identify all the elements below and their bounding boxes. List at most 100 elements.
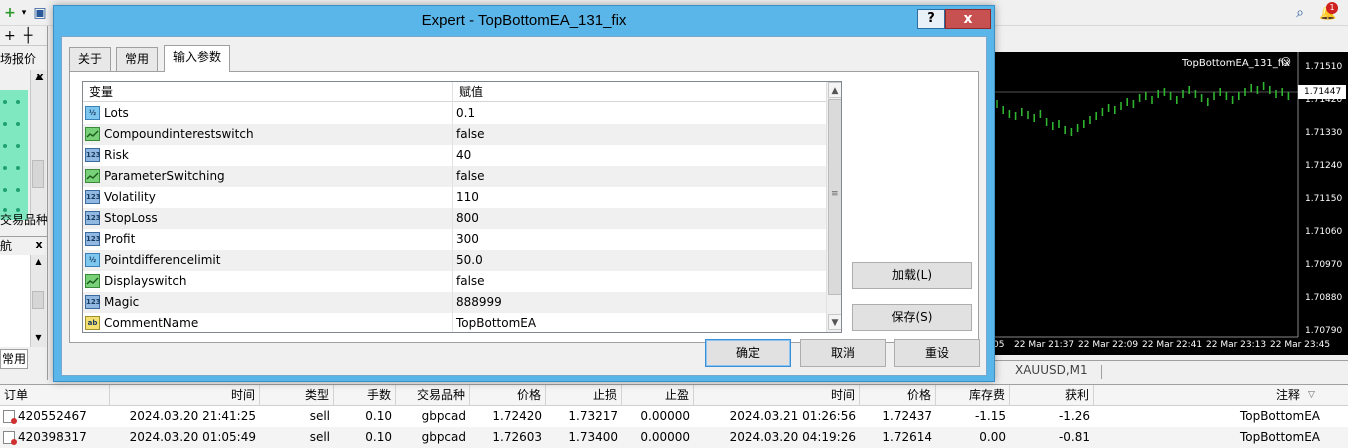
- parameter-row[interactable]: ½ Lots 0.1: [83, 103, 826, 124]
- col-variable[interactable]: 变量: [83, 82, 453, 102]
- time-tick-label: 22 Mar 22:41: [1142, 340, 1203, 350]
- price-tick-label: 1.71060: [1305, 227, 1343, 237]
- parameter-value[interactable]: 800: [456, 208, 479, 229]
- int-value-icon: 123: [85, 148, 101, 162]
- grid-header: 变量 赋值: [83, 82, 826, 102]
- symbol: gbpcad: [421, 409, 466, 423]
- price: 1.72603: [492, 430, 542, 444]
- time-tick-label: 22 Mar 23:13: [1206, 340, 1267, 350]
- parameter-value[interactable]: 300: [456, 229, 479, 250]
- symbol: gbpcad: [421, 430, 466, 444]
- col-symbol[interactable]: 交易品种: [396, 385, 470, 406]
- close-button[interactable]: x: [945, 9, 991, 29]
- col-comment[interactable]: 注释: [1094, 385, 1304, 406]
- scroll-thumb[interactable]: [32, 160, 44, 188]
- price-chart[interactable]: TopBottomEA_131_fix ☺ 1.71510 1.71420 1.71…: [993, 52, 1348, 355]
- save-button[interactable]: 保存(S): [852, 304, 972, 331]
- window-icon[interactable]: ▣: [30, 3, 50, 23]
- parameter-row[interactable]: ab CommentName TopBottomEA: [83, 313, 826, 332]
- col-sl[interactable]: 止损: [546, 385, 622, 406]
- col-cur-price[interactable]: 价格: [860, 385, 936, 406]
- swap: 0.00: [979, 430, 1006, 444]
- parameter-row[interactable]: 123 Risk 40: [83, 145, 826, 166]
- parameter-row[interactable]: Displayswitch false: [83, 271, 826, 292]
- cancel-button[interactable]: 取消: [800, 339, 886, 367]
- swap: -1.15: [974, 409, 1006, 423]
- parameter-value[interactable]: 888999: [456, 292, 502, 313]
- order-id: 420552467: [18, 409, 87, 423]
- scroll-thumb[interactable]: ≡: [828, 99, 841, 295]
- scroll-up-icon[interactable]: ▲: [31, 255, 46, 269]
- parameter-row[interactable]: 123 Profit 300: [83, 229, 826, 250]
- tab-common[interactable]: 常用: [0, 349, 28, 369]
- tab-about[interactable]: 关于: [69, 47, 112, 71]
- parameter-value[interactable]: false: [456, 124, 485, 145]
- parameter-row[interactable]: Compoundinterestswitch false: [83, 124, 826, 145]
- market-watch-scrollbar[interactable]: ▲: [30, 70, 46, 218]
- scroll-thumb[interactable]: [32, 291, 44, 309]
- close-icon[interactable]: x: [34, 69, 46, 85]
- chart-tab-xauusd[interactable]: XAUUSD,M1: [1015, 363, 1088, 377]
- col-type[interactable]: 类型: [260, 385, 334, 406]
- parameter-row[interactable]: ParameterSwitching false: [83, 166, 826, 187]
- parameter-value[interactable]: 0.1: [456, 103, 475, 124]
- parameter-name: CommentName: [104, 316, 199, 330]
- parameter-value[interactable]: 110: [456, 187, 479, 208]
- price-tick-label: 1.71240: [1305, 161, 1343, 171]
- tab-common[interactable]: 常用: [116, 47, 159, 71]
- crosshair-icon[interactable]: +: [4, 28, 16, 44]
- col-profit[interactable]: 获利: [1010, 385, 1094, 406]
- icon-badge: 123: [86, 193, 101, 201]
- col-tp[interactable]: 止盈: [622, 385, 694, 406]
- ok-button[interactable]: 确定: [705, 339, 791, 367]
- col-value[interactable]: 赋值: [453, 82, 826, 102]
- notification-badge: 1: [1326, 2, 1338, 14]
- column-filter-icon[interactable]: ▽: [1308, 389, 1320, 401]
- symbols-tab[interactable]: 交易品种: [0, 211, 47, 229]
- price: 1.72420: [492, 409, 542, 423]
- col-close-time[interactable]: 时间: [694, 385, 860, 406]
- col-price[interactable]: 价格: [470, 385, 546, 406]
- cursor-icon[interactable]: ┼: [24, 28, 32, 44]
- profit: -1.26: [1058, 409, 1090, 423]
- parameter-value[interactable]: false: [456, 271, 485, 292]
- col-open-time[interactable]: 时间: [110, 385, 260, 406]
- scroll-up-icon[interactable]: ▲: [828, 82, 841, 98]
- bool-wave-icon: [86, 130, 99, 138]
- scroll-down-icon[interactable]: ▼: [828, 314, 841, 330]
- parameter-value[interactable]: 50.0: [456, 250, 483, 271]
- table-row[interactable]: 420552467 2024.03.20 21:41:25 sell 0.10 …: [0, 406, 1348, 427]
- close-icon[interactable]: x: [33, 237, 45, 253]
- navigator-scrollbar[interactable]: ▲ ▼: [30, 255, 46, 347]
- take-profit: 0.00000: [640, 430, 690, 444]
- col-lots[interactable]: 手数: [334, 385, 396, 406]
- parameter-row[interactable]: 123 StopLoss 800: [83, 208, 826, 229]
- help-button[interactable]: ?: [917, 9, 945, 29]
- bool-value-icon: [85, 127, 100, 141]
- tab-inputs[interactable]: 输入参数: [164, 45, 231, 72]
- parameter-row[interactable]: 123 Magic 888999: [83, 292, 826, 313]
- parameter-row[interactable]: 123 Volatility 110: [83, 187, 826, 208]
- col-order[interactable]: 订单: [0, 385, 110, 406]
- parameter-value[interactable]: 40: [456, 145, 471, 166]
- col-swap[interactable]: 库存费: [936, 385, 1010, 406]
- search-icon[interactable]: ⌕: [1290, 3, 1310, 23]
- market-watch-grid: [0, 90, 28, 220]
- reset-button[interactable]: 重设: [894, 339, 980, 367]
- icon-badge: 123: [86, 298, 101, 306]
- sell-order-icon: [3, 410, 17, 424]
- tab-divider: [1101, 365, 1102, 379]
- parameter-row[interactable]: ½ Pointdifferencelimit 50.0: [83, 250, 826, 271]
- grid-scrollbar[interactable]: ▲ ≡ ▼: [826, 82, 841, 332]
- time-tick-label: 22 Mar 21:37: [1014, 340, 1075, 350]
- load-button[interactable]: 加载(L): [852, 262, 972, 289]
- terminal-header: 订单 时间 类型 手数 交易品种 价格 止损 止盈 时间 价格 库存费 获利 注…: [0, 385, 1348, 406]
- comment: TopBottomEA: [1239, 430, 1320, 444]
- scroll-down-icon[interactable]: ▼: [31, 331, 46, 345]
- parameter-name: Pointdifferencelimit: [104, 253, 221, 267]
- parameter-value[interactable]: TopBottomEA: [456, 313, 536, 332]
- icon-badge: ½: [88, 109, 97, 117]
- parameter-value[interactable]: false: [456, 166, 485, 187]
- table-row[interactable]: 420398317 2024.03.20 01:05:49 sell 0.10 …: [0, 427, 1348, 448]
- expert-dialog: Expert - TopBottomEA_131_fix ? x 关于 常用 输…: [53, 5, 995, 382]
